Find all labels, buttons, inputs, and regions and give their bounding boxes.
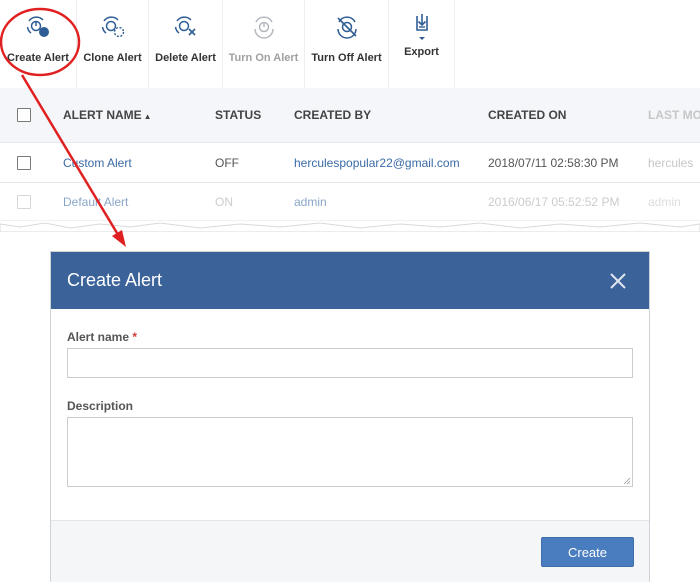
alerts-table: ALERT NAME ▲ STATUS CREATED BY CREATED ON… [0,88,700,228]
created-on: 2018/07/11 02:58:30 PM [488,155,619,170]
column-header-last-modified[interactable]: LAST MO [648,108,700,122]
column-header-status[interactable]: STATUS [215,108,261,122]
alert-status: OFF [215,155,239,170]
export-label: Export [404,46,439,58]
table-row: Default Alert ON admin 2016/06/17 05:52:… [0,183,700,221]
create-alert-dialog: Create Alert Alert name * Description Cr… [50,251,650,582]
alert-name-link[interactable]: Default Alert [63,195,128,209]
delete-alert-button[interactable]: Delete Alert [149,0,223,88]
close-icon[interactable] [609,272,627,290]
delete-alert-icon [172,14,200,40]
clone-alert-icon [99,14,127,40]
clone-alert-label: Clone Alert [83,52,142,64]
row-checkbox[interactable] [17,194,31,209]
torn-edge [0,222,700,232]
annotation-arrow-head [112,230,126,247]
delete-alert-label: Delete Alert [155,52,216,64]
required-marker: * [132,330,138,344]
created-by-link[interactable]: admin [294,195,327,209]
turn-on-alert-label: Turn On Alert [228,52,299,64]
turn-off-alert-label: Turn Off Alert [311,52,382,64]
description-label: Description [67,399,134,413]
turn-off-alert-icon [333,14,361,40]
sort-ascending-icon: ▲ [143,112,152,121]
export-button[interactable]: Export [389,0,455,88]
last-modified: hercules [648,155,694,170]
select-all-checkbox[interactable] [17,108,31,122]
table-row: Custom Alert OFF herculespopular22@gmail… [0,143,700,183]
column-header-alert-name[interactable]: ALERT NAME ▲ [63,108,152,122]
dialog-header: Create Alert [51,252,649,309]
create-button[interactable]: Create [541,537,634,567]
create-alert-label: Create Alert [7,52,69,64]
created-on: 2016/06/17 05:52:52 PM [488,194,620,209]
clone-alert-button[interactable]: Clone Alert [77,0,149,88]
created-by-link[interactable]: herculespopular22@gmail.com [294,156,460,170]
column-header-created-by[interactable]: CREATED BY [294,108,371,122]
export-icon [408,14,436,40]
alert-status: ON [215,194,233,209]
dialog-footer: Create [51,520,649,582]
dialog-title: Create Alert [67,270,163,290]
turn-off-alert-button[interactable]: Turn Off Alert [305,0,389,88]
create-alert-button[interactable]: Create Alert [0,0,77,88]
table-header: ALERT NAME ▲ STATUS CREATED BY CREATED ON… [0,88,700,143]
turn-on-alert-icon [250,14,278,40]
alert-name-label: Alert name * [67,330,138,344]
create-alert-icon [24,14,52,40]
resize-grip-icon[interactable] [623,477,631,485]
last-modified: admin [648,194,681,209]
alert-name-input[interactable] [67,348,633,378]
turn-on-alert-button[interactable]: Turn On Alert [223,0,305,88]
description-textarea[interactable] [67,417,633,487]
row-checkbox[interactable] [17,155,31,170]
toolbar: Create Alert Clone Alert Delete Alert Tu… [0,0,700,88]
alert-name-link[interactable]: Custom Alert [63,156,132,170]
column-header-created-on[interactable]: CREATED ON [488,108,566,122]
